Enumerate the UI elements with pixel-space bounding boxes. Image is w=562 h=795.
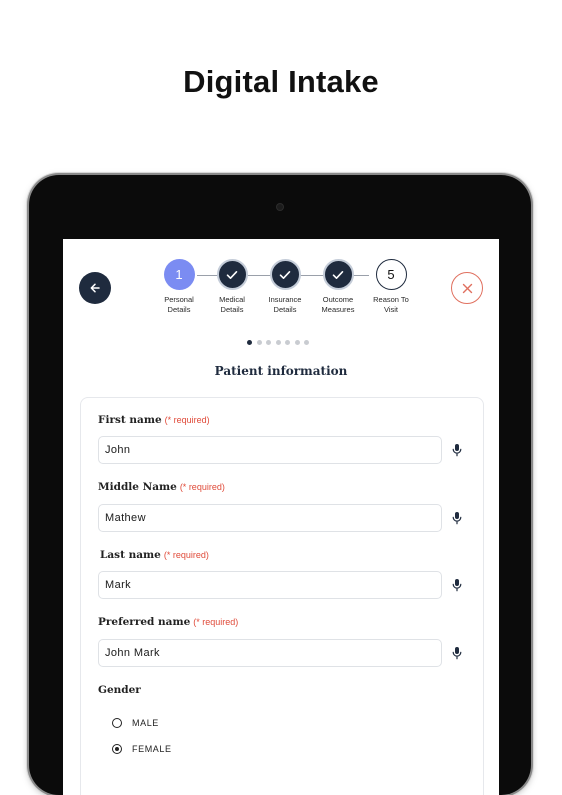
step-circle bbox=[269, 259, 301, 290]
input-value: Mark bbox=[105, 579, 132, 591]
step-label-line: Details bbox=[220, 305, 244, 314]
page-dot[interactable] bbox=[294, 340, 300, 345]
input-value: John bbox=[105, 444, 131, 456]
step-label-line: Personal bbox=[164, 295, 194, 304]
page-dot[interactable] bbox=[304, 340, 309, 345]
input-value: John Mark bbox=[105, 647, 160, 659]
field-label-text: Gender bbox=[98, 684, 141, 696]
microphone-icon[interactable] bbox=[451, 511, 463, 525]
step-label-line: Medical bbox=[219, 295, 245, 304]
page-dot[interactable] bbox=[275, 340, 281, 345]
progress-stepper: 1 Personal Details Medical Details Insur… bbox=[151, 259, 415, 319]
first-name-input[interactable]: John bbox=[98, 436, 442, 464]
radio-button[interactable] bbox=[112, 744, 122, 754]
radio-button[interactable] bbox=[112, 718, 122, 728]
gender-label: Gender bbox=[98, 684, 141, 696]
field-label-text: Middle Name bbox=[98, 481, 177, 493]
gender-option-female[interactable]: FEMALE bbox=[112, 744, 172, 754]
step-insurance-details[interactable]: Insurance Details bbox=[255, 259, 315, 315]
preferred-name-label: Preferred name (* required) bbox=[98, 616, 238, 628]
microphone-icon[interactable] bbox=[451, 443, 463, 457]
field-label-text: Preferred name bbox=[98, 616, 191, 628]
microphone-icon[interactable] bbox=[451, 646, 463, 660]
step-label-line: Outcome bbox=[322, 295, 354, 304]
page-dot[interactable] bbox=[266, 340, 271, 345]
step-circle: 1 bbox=[163, 259, 195, 290]
page-dot[interactable] bbox=[285, 340, 290, 345]
page-indicator bbox=[247, 340, 317, 346]
field-label-text: Last name bbox=[100, 549, 161, 561]
step-medical-details[interactable]: Medical Details bbox=[202, 259, 262, 315]
section-title: Patient information bbox=[214, 364, 348, 378]
step-circle: 5 bbox=[375, 259, 407, 290]
step-reason-to-visit[interactable]: 5 Reason To Visit bbox=[361, 259, 421, 315]
field-label-text: First name bbox=[98, 414, 162, 426]
middle-name-label: Middle Name (* required) bbox=[98, 481, 225, 493]
step-label-line: Insurance bbox=[268, 295, 302, 304]
close-button[interactable] bbox=[451, 272, 483, 304]
required-hint: (* required) bbox=[164, 415, 210, 425]
required-hint: (* required) bbox=[193, 617, 239, 627]
required-hint: (* required) bbox=[179, 482, 225, 492]
step-label: Medical Details bbox=[202, 295, 262, 315]
tablet-frame: 1 Personal Details Medical Details Insur… bbox=[29, 175, 531, 795]
step-number: 1 bbox=[175, 267, 183, 282]
step-label: Outcome Measures bbox=[308, 295, 368, 315]
check-icon bbox=[279, 270, 291, 279]
page-dot[interactable] bbox=[247, 340, 252, 345]
gender-option-male[interactable]: MALE bbox=[112, 718, 159, 728]
arrow-left-icon bbox=[90, 283, 100, 293]
step-circle bbox=[216, 259, 248, 290]
back-button[interactable] bbox=[79, 272, 111, 304]
radio-label: FEMALE bbox=[132, 744, 172, 754]
first-name-label: First name (* required) bbox=[98, 414, 210, 426]
step-label-line: Details bbox=[273, 305, 297, 314]
step-label: Personal Details bbox=[149, 295, 209, 315]
step-label-line: Reason To bbox=[373, 295, 409, 304]
camera-dot bbox=[277, 204, 283, 210]
step-label-line: Visit bbox=[383, 305, 399, 314]
check-icon bbox=[332, 270, 344, 279]
page-dot[interactable] bbox=[256, 340, 262, 345]
step-number: 5 bbox=[387, 267, 395, 282]
last-name-label: Last name (* required) bbox=[100, 549, 209, 561]
microphone-icon[interactable] bbox=[451, 578, 463, 592]
app-screen: 1 Personal Details Medical Details Insur… bbox=[63, 239, 499, 795]
step-label: Insurance Details bbox=[255, 295, 315, 315]
step-outcome-measures[interactable]: Outcome Measures bbox=[308, 259, 368, 315]
step-circle bbox=[322, 259, 354, 290]
step-label: Reason To Visit bbox=[361, 295, 421, 315]
preferred-name-input[interactable]: John Mark bbox=[98, 639, 442, 667]
check-icon bbox=[226, 270, 238, 279]
hero-title: Digital Intake bbox=[183, 64, 379, 99]
step-label-line: Details bbox=[167, 305, 191, 314]
last-name-input[interactable]: Mark bbox=[98, 571, 442, 599]
middle-name-input[interactable]: Mathew bbox=[98, 504, 442, 532]
required-hint: (* required) bbox=[163, 550, 209, 560]
input-value: Mathew bbox=[105, 512, 146, 524]
radio-label: MALE bbox=[132, 718, 159, 728]
step-label-line: Measures bbox=[321, 305, 355, 314]
close-icon bbox=[462, 283, 472, 293]
patient-info-card: First name (* required) John Middle Name(… bbox=[80, 397, 484, 795]
step-personal-details[interactable]: 1 Personal Details bbox=[149, 259, 209, 315]
